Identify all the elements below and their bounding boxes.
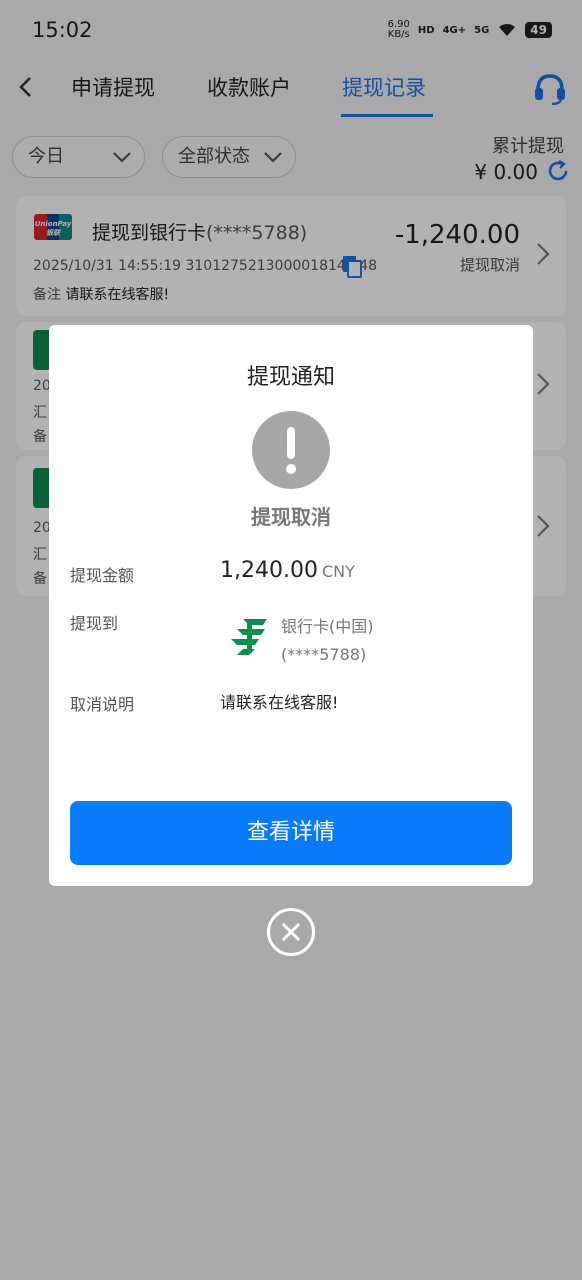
dialog-title: 提现通知 (246, 365, 335, 390)
amount-value: 1,240.00 CNY (220, 558, 355, 583)
cancel-reason-label: 取消说明 (70, 695, 135, 714)
view-details-button[interactable]: 查看详情 (70, 801, 512, 865)
close-dialog-button[interactable] (267, 908, 315, 956)
destination-bank: 银行卡(中国) (281, 617, 374, 636)
postal-bank-logo (231, 619, 267, 655)
close-icon (281, 922, 301, 942)
withdraw-status: 提现取消 (251, 505, 331, 529)
cancel-reason-value: 请联系在线客服! (220, 693, 339, 712)
alert-icon (252, 411, 330, 489)
destination-label: 提现到 (70, 614, 119, 633)
amount-label: 提现金额 (70, 566, 135, 585)
withdraw-notice-dialog: 提现通知 提现取消 提现金额 1,240.00 CNY 提现到 银行卡(中国) (… (49, 325, 533, 886)
destination-card-mask: (****5788) (281, 645, 367, 664)
